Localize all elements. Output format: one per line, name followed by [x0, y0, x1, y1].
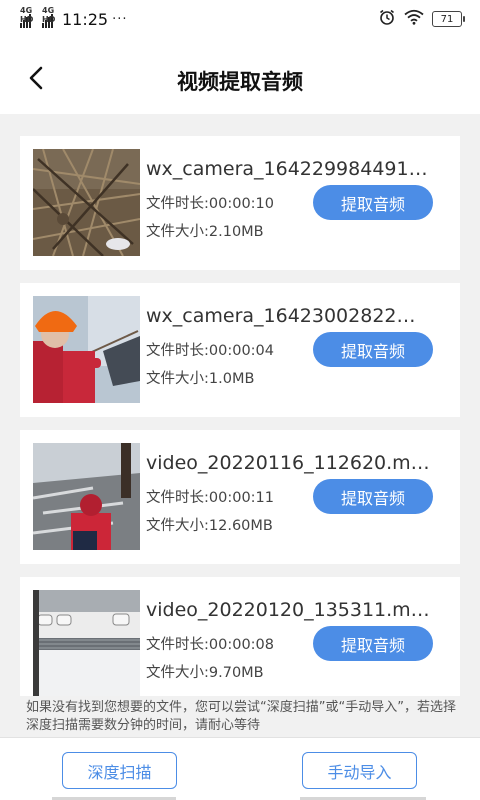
deep-scan-button[interactable]: 深度扫描	[62, 752, 177, 789]
extract-audio-button[interactable]: 提取音频	[313, 332, 433, 367]
video-duration: 文件时长:00:00:11	[146, 490, 275, 506]
video-duration: 文件时长:00:00:08	[146, 637, 275, 653]
manual-import-button[interactable]: 手动导入	[302, 752, 417, 789]
video-file-name: video_20220116_112620.m…	[146, 452, 430, 474]
page-title: 视频提取音频	[177, 70, 303, 94]
video-size: 文件大小:1.0MB	[146, 371, 255, 387]
status-right: 71	[378, 8, 465, 30]
video-file-name: wx_camera_164229984491…	[146, 158, 428, 180]
video-item[interactable]: video_20220116_112620.m… 文件时长:00:00:11 文…	[20, 430, 460, 564]
cellular-signal-2-icon: 4G HD	[42, 6, 55, 28]
video-thumbnail[interactable]	[33, 590, 140, 696]
video-item[interactable]: wx_camera_164229984491… 文件时长:00:00:10 文件…	[20, 136, 460, 270]
app-header: 视频提取音频	[0, 38, 480, 114]
battery-icon: 71	[432, 11, 465, 27]
video-file-name: wx_camera_16423002822…	[146, 305, 416, 327]
battery-level: 71	[440, 13, 454, 25]
video-file-name: video_20220120_135311.m…	[146, 599, 430, 621]
status-left: 4G HD 4G HD 11:25 ···	[20, 6, 128, 30]
hint-text: 如果没有找到您想要的文件，您可以尝试“深度扫描”或“手动导入”，若选择深度扫描需…	[26, 699, 466, 735]
alarm-clock-icon	[378, 8, 396, 30]
wifi-icon	[404, 9, 424, 29]
video-thumbnail[interactable]	[33, 443, 140, 550]
extract-audio-button[interactable]: 提取音频	[313, 626, 433, 661]
more-notifications-icon: ···	[112, 11, 128, 27]
extract-audio-button[interactable]: 提取音频	[313, 185, 433, 220]
extract-audio-button[interactable]: 提取音频	[313, 479, 433, 514]
video-list[interactable]: wx_camera_164229984491… 文件时长:00:00:10 文件…	[0, 114, 480, 696]
video-duration: 文件时长:00:00:04	[146, 343, 275, 359]
video-item[interactable]: wx_camera_16423002822… 文件时长:00:00:04 文件大…	[20, 283, 460, 417]
video-size: 文件大小:2.10MB	[146, 224, 264, 240]
status-bar: 4G HD 4G HD 11:25 ··· 71	[0, 0, 480, 38]
video-size: 文件大小:12.60MB	[146, 518, 273, 534]
status-time: 11:25	[62, 9, 109, 29]
video-thumbnail[interactable]	[33, 149, 140, 256]
video-duration: 文件时长:00:00:10	[146, 196, 275, 212]
video-item[interactable]: video_20220120_135311.m… 文件时长:00:00:08 文…	[20, 577, 460, 696]
video-thumbnail[interactable]	[33, 296, 140, 403]
signal-2-label: 4G HD	[42, 6, 56, 24]
cellular-signal-1-icon: 4G HD	[20, 6, 33, 28]
bottom-action-bar: 深度扫描 手动导入	[0, 737, 480, 800]
video-size: 文件大小:9.70MB	[146, 665, 264, 681]
signal-1-label: 4G HD	[20, 6, 34, 24]
